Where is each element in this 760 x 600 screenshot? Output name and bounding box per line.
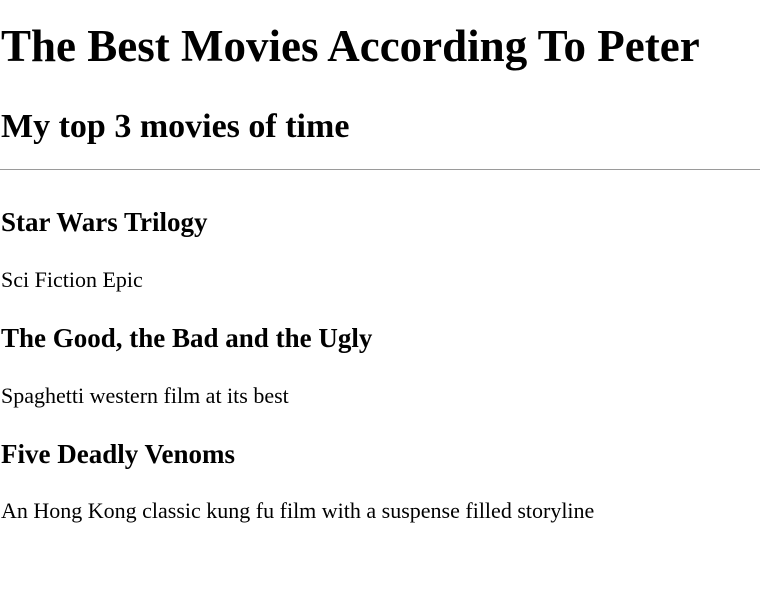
divider	[0, 169, 760, 170]
movie-title-good-bad-ugly: The Good, the Bad and the Ugly	[1, 323, 373, 353]
movie-title-five-deadly-venoms: Five Deadly Venoms	[1, 439, 236, 469]
movie-description-star-wars: Sci Fiction Epic	[1, 267, 143, 292]
movie-title-star-wars: Star Wars Trilogy	[1, 207, 208, 237]
movie-description-five-deadly-venoms: An Hong Kong classic kung fu film with a…	[1, 498, 595, 523]
page-subtitle: My top 3 movies of time	[1, 108, 350, 145]
movie-description-good-bad-ugly: Spaghetti western film at its best	[1, 383, 289, 408]
page-title: The Best Movies According To Peter	[1, 21, 700, 71]
